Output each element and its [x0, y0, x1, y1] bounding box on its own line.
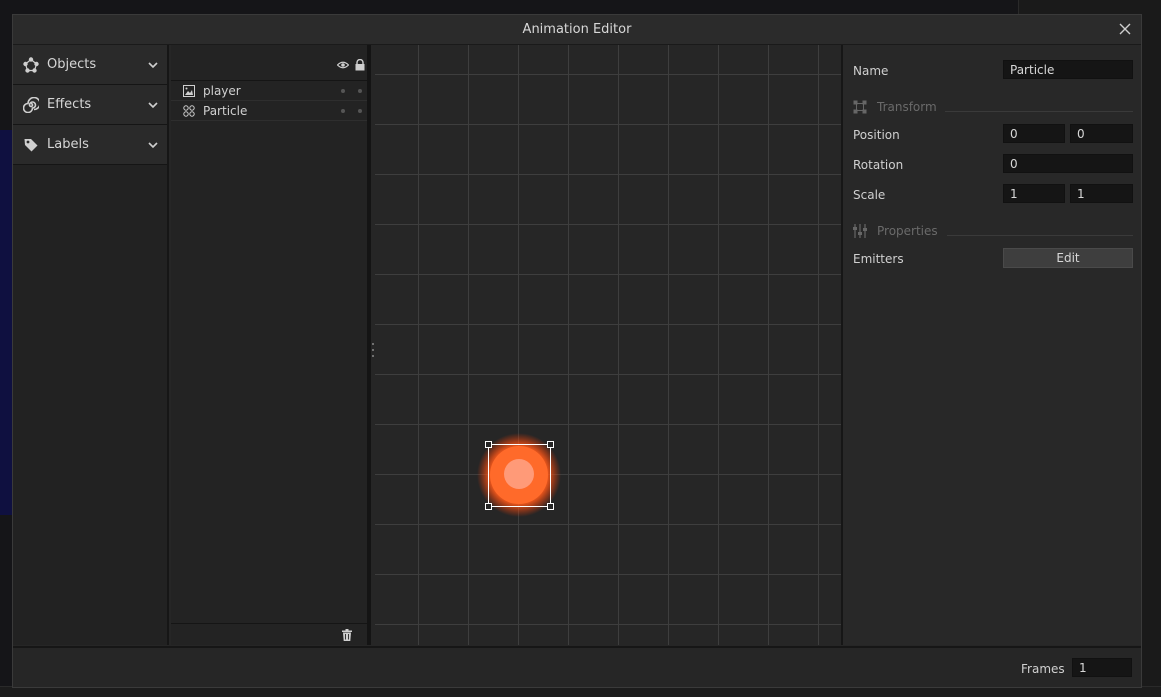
category-labels[interactable]: Labels — [13, 125, 167, 165]
tag-icon — [24, 139, 38, 152]
canvas-viewport[interactable] — [375, 45, 841, 645]
lock-icon[interactable] — [354, 59, 366, 71]
lock-toggle[interactable] — [358, 89, 362, 93]
visibility-toggle[interactable] — [341, 109, 345, 113]
layer-name: player — [203, 84, 241, 98]
animation-editor-window: Animation Editor Objects Effects Labels … — [12, 14, 1142, 688]
rotation-label: Rotation — [853, 158, 904, 172]
canvas-grid — [375, 45, 841, 645]
trash-icon[interactable] — [341, 629, 353, 641]
category-objects[interactable]: Objects — [13, 45, 167, 85]
section-divider — [945, 111, 1133, 112]
scale-x-field[interactable]: 1 — [1003, 184, 1065, 203]
layer-panel-header — [171, 45, 367, 81]
close-icon — [1119, 23, 1131, 35]
layer-panel-footer — [171, 623, 367, 645]
close-button[interactable] — [1117, 21, 1133, 37]
layer-row-player[interactable]: player — [171, 81, 367, 101]
inspector-panel: Name Particle Transform Position 0 0 Rot… — [841, 45, 1141, 645]
section-divider — [947, 235, 1133, 236]
objects-icon — [23, 57, 39, 73]
frames-field[interactable]: 1 — [1072, 658, 1132, 677]
category-panel: Objects Effects Labels — [13, 45, 169, 645]
resize-handle-bl[interactable] — [485, 503, 492, 510]
layer-name: Particle — [203, 104, 248, 118]
eye-icon[interactable] — [337, 59, 349, 71]
name-field[interactable]: Particle — [1003, 60, 1133, 79]
emitters-label: Emitters — [853, 252, 904, 266]
resize-handle-br[interactable] — [547, 503, 554, 510]
category-label: Labels — [47, 137, 89, 152]
chevron-down-icon — [148, 62, 158, 69]
category-label: Objects — [47, 57, 97, 72]
category-label: Effects — [47, 97, 92, 112]
properties-section-title: Properties — [877, 224, 938, 238]
scale-label: Scale — [853, 188, 886, 202]
sliders-icon — [853, 224, 867, 238]
transform-icon — [853, 100, 867, 114]
frames-label: Frames — [1021, 662, 1065, 676]
background-panel — [0, 130, 12, 515]
chevron-down-icon — [148, 102, 158, 109]
window-title: Animation Editor — [522, 22, 632, 37]
layer-row-particle[interactable]: Particle — [171, 101, 367, 121]
visibility-toggle[interactable] — [341, 89, 345, 93]
layer-panel: player Particle — [171, 45, 371, 645]
title-bar[interactable]: Animation Editor — [13, 15, 1141, 45]
transform-section-title: Transform — [877, 100, 937, 114]
name-label: Name — [853, 64, 889, 78]
resize-handle-tl[interactable] — [485, 441, 492, 448]
spiral-icon — [23, 97, 39, 113]
position-label: Position — [853, 128, 900, 142]
category-effects[interactable]: Effects — [13, 85, 167, 125]
rotation-field[interactable]: 0 — [1003, 154, 1133, 173]
position-x-field[interactable]: 0 — [1003, 124, 1065, 143]
chevron-down-icon — [148, 142, 158, 149]
position-y-field[interactable]: 0 — [1070, 124, 1133, 143]
lock-toggle[interactable] — [358, 109, 362, 113]
particle-icon — [183, 105, 195, 117]
edit-emitters-button[interactable]: Edit — [1003, 248, 1133, 268]
scale-y-field[interactable]: 1 — [1070, 184, 1133, 203]
resize-handle-tr[interactable] — [547, 441, 554, 448]
timeline-footer: Frames 1 — [13, 646, 1141, 687]
image-icon — [183, 85, 195, 97]
